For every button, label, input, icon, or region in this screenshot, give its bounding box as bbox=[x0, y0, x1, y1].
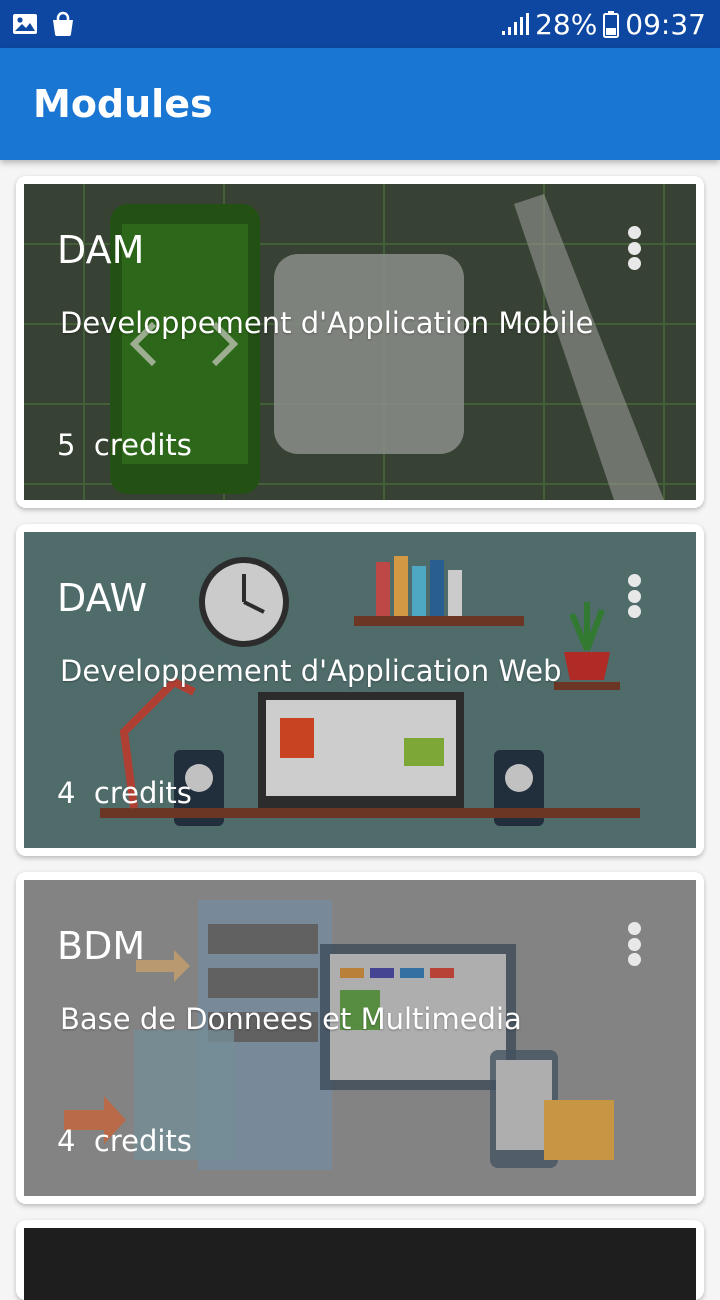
module-code: DAM bbox=[57, 228, 145, 272]
module-list[interactable]: DAM Developpement d'Application Mobile 5… bbox=[0, 160, 720, 1300]
gallery-icon bbox=[13, 14, 37, 34]
module-card-dam[interactable]: DAM Developpement d'Application Mobile 5… bbox=[16, 176, 704, 508]
module-image: DAM Developpement d'Application Mobile 5… bbox=[24, 184, 696, 500]
module-card-daw[interactable]: DAW Developpement d'Application Web 4 cr… bbox=[16, 524, 704, 856]
module-image bbox=[24, 1228, 696, 1300]
dot-icon bbox=[627, 937, 641, 951]
module-credits: 4 credits bbox=[57, 776, 192, 810]
notification-icons bbox=[12, 11, 76, 37]
more-options-button[interactable] bbox=[616, 568, 652, 624]
module-code: DAW bbox=[57, 576, 148, 620]
clock: 09:37 bbox=[625, 7, 706, 41]
battery-icon bbox=[603, 11, 620, 38]
page-title: Modules bbox=[33, 82, 213, 126]
module-card-bdm[interactable]: BDM Base de Donnees et Multimedia 4 cred… bbox=[16, 872, 704, 1204]
dot-icon bbox=[627, 953, 641, 966]
dot-icon bbox=[627, 226, 641, 239]
dot-icon bbox=[627, 574, 641, 587]
module-image: DAW Developpement d'Application Web 4 cr… bbox=[24, 532, 696, 848]
more-options-button[interactable] bbox=[616, 916, 652, 972]
module-name: Developpement d'Application Mobile bbox=[60, 306, 594, 340]
module-card-partial[interactable] bbox=[16, 1220, 704, 1300]
system-status: 28% 09:37 bbox=[501, 8, 706, 41]
module-image: BDM Base de Donnees et Multimedia 4 cred… bbox=[24, 880, 696, 1196]
signal-icon bbox=[502, 13, 530, 35]
more-options-button[interactable] bbox=[616, 220, 652, 276]
module-name: Developpement d'Application Web bbox=[60, 654, 562, 688]
dot-icon bbox=[627, 241, 641, 255]
shopping-bag-icon bbox=[53, 11, 73, 36]
dot-icon bbox=[627, 605, 641, 618]
module-name: Base de Donnees et Multimedia bbox=[60, 1002, 522, 1036]
dot-icon bbox=[627, 589, 641, 603]
dot-icon bbox=[627, 257, 641, 270]
module-code: BDM bbox=[57, 924, 146, 968]
module-credits: 4 credits bbox=[57, 1124, 192, 1158]
dot-icon bbox=[627, 922, 641, 935]
module-credits: 5 credits bbox=[57, 428, 192, 462]
battery-percent: 28% bbox=[535, 7, 598, 41]
status-bar: 28% 09:37 bbox=[0, 0, 720, 48]
app-bar: Modules bbox=[0, 48, 720, 160]
